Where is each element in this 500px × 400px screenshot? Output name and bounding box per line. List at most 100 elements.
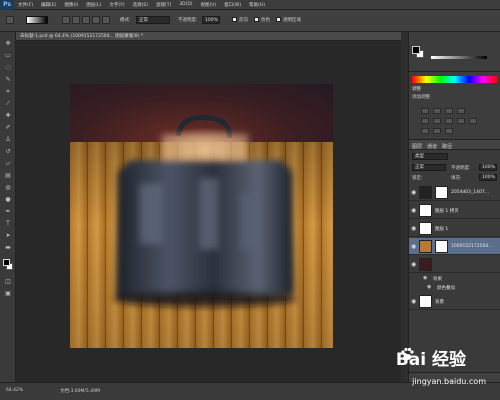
exposure-adjust-icon[interactable] xyxy=(457,108,465,114)
blur-tool-icon[interactable]: ◍ xyxy=(4,184,12,191)
dither-checkbox[interactable] xyxy=(254,17,259,22)
history-brush-icon[interactable]: ↺ xyxy=(4,148,12,155)
brush-tool-icon[interactable]: ✐ xyxy=(4,124,12,131)
visibility-eye-icon[interactable]: ◉ xyxy=(411,225,416,232)
layer-row-selected[interactable]: ◉ 1009152172504... xyxy=(409,238,500,255)
color-balance-adjust-icon[interactable] xyxy=(445,118,453,124)
lasso-tool-icon[interactable]: ◌ xyxy=(4,64,12,71)
healing-tool-icon[interactable]: ✚ xyxy=(4,112,12,119)
menu-window[interactable]: 窗口(W) xyxy=(224,2,241,8)
options-bar: 模式: 正常 不透明度: 100% 反向 仿色 透明区域 xyxy=(0,10,500,32)
color-spectrum[interactable] xyxy=(412,76,497,83)
photoshop-logo: Ps xyxy=(0,0,14,10)
layer-kind-filter[interactable]: 类型 xyxy=(412,153,448,160)
tool-preset-icon[interactable] xyxy=(6,16,14,24)
eyedropper-tool-icon[interactable]: ⁄ xyxy=(4,100,12,107)
mode-select[interactable]: 正常 xyxy=(136,16,170,24)
curves-adjust-icon[interactable] xyxy=(445,108,453,114)
radial-gradient-icon[interactable] xyxy=(72,16,80,24)
layer-row[interactable]: ◉ xyxy=(409,256,500,273)
menu-bar: Ps 文件(F) 编辑(E) 图像(I) 图层(L) 文字(Y) 选择(S) 滤… xyxy=(0,0,500,10)
menu-view[interactable]: 视图(V) xyxy=(201,2,217,8)
transparency-checkbox[interactable] xyxy=(276,17,281,22)
reverse-checkbox[interactable] xyxy=(232,17,237,22)
panel-foreground-swatch[interactable] xyxy=(412,46,420,54)
hue-adjust-icon[interactable] xyxy=(433,118,441,124)
color-slider[interactable] xyxy=(431,56,487,59)
menu-file[interactable]: 文件(F) xyxy=(18,2,33,8)
visibility-eye-icon[interactable]: ◉ xyxy=(411,261,416,268)
menu-help[interactable]: 帮助(H) xyxy=(249,2,265,8)
linear-gradient-icon[interactable] xyxy=(62,16,70,24)
foreground-color-swatch[interactable] xyxy=(3,259,10,266)
threshold-adjust-icon[interactable] xyxy=(445,128,453,134)
photo-filter-adjust-icon[interactable] xyxy=(469,118,477,124)
visibility-eye-icon[interactable]: ◉ xyxy=(411,298,416,305)
levels-adjust-icon[interactable] xyxy=(433,108,441,114)
opacity-label: 不透明度: xyxy=(178,18,198,23)
lock-label: 锁定: xyxy=(412,176,423,181)
posterize-adjust-icon[interactable] xyxy=(433,128,441,134)
layer-opacity-field[interactable]: 100% xyxy=(479,164,497,171)
quick-mask-icon[interactable]: ◫ xyxy=(4,278,12,285)
mode-label: 模式: xyxy=(120,18,131,23)
fill-label: 填充: xyxy=(451,176,462,181)
tab-channels[interactable]: 通道 xyxy=(427,143,437,150)
effects-row[interactable]: ◉ 效果 xyxy=(409,274,500,283)
angle-gradient-icon[interactable] xyxy=(82,16,90,24)
canvas-image[interactable] xyxy=(70,84,333,348)
menu-image[interactable]: 图像(I) xyxy=(64,2,78,8)
background-layer-row[interactable]: ◉ 背景 xyxy=(409,293,500,310)
menu-filter[interactable]: 滤镜(T) xyxy=(156,2,171,8)
layer-row[interactable]: ◉ 图层 1 xyxy=(409,220,500,237)
path-select-icon[interactable]: ➤ xyxy=(4,232,12,239)
crop-tool-icon[interactable]: ⌗ xyxy=(4,88,12,95)
toolbox: ✥ ▭ ◌ ✎ ⌗ ⁄ ✚ ✐ ♙ ↺ ▱ ▤ ◍ ● ✒ T ➤ ▬ ◫ ▣ xyxy=(0,32,16,382)
visibility-eye-icon[interactable]: ◉ xyxy=(411,189,416,196)
watermark-url: jingyan.baidu.com xyxy=(412,377,486,386)
quick-select-tool-icon[interactable]: ✎ xyxy=(4,76,12,83)
layer-mask-thumbnail[interactable] xyxy=(435,186,448,199)
type-tool-icon[interactable]: T xyxy=(4,220,12,227)
menu-items: 文件(F) 编辑(E) 图像(I) 图层(L) 文字(Y) 选择(S) 滤镜(T… xyxy=(18,2,273,8)
menu-layer[interactable]: 图层(L) xyxy=(86,2,101,8)
fill-field[interactable]: 100% xyxy=(479,174,497,181)
zoom-level[interactable]: 64.42% xyxy=(6,388,23,393)
screen-mode-icon[interactable]: ▣ xyxy=(4,290,12,297)
gradient-tool-icon[interactable]: ▤ xyxy=(4,172,12,179)
layer-opacity-label: 不透明度: xyxy=(451,166,471,171)
menu-edit[interactable]: 编辑(E) xyxy=(41,2,56,8)
opacity-field[interactable]: 100% xyxy=(202,16,220,24)
stamp-tool-icon[interactable]: ♙ xyxy=(4,136,12,143)
layer-name: 背景 xyxy=(435,300,444,305)
layer-row[interactable]: ◉ 图层 1 拷贝 xyxy=(409,202,500,219)
dodge-tool-icon[interactable]: ● xyxy=(4,196,12,203)
shape-tool-icon[interactable]: ▬ xyxy=(4,244,12,251)
bw-adjust-icon[interactable] xyxy=(457,118,465,124)
effects-eye-icon[interactable]: ◉ xyxy=(423,275,427,281)
effect-item-row[interactable]: ◉ 颜色叠加 xyxy=(409,283,500,292)
menu-3d[interactable]: 3D(D) xyxy=(179,2,192,8)
tab-paths[interactable]: 路径 xyxy=(442,143,452,150)
layer-row[interactable]: ◉ 2054d03_1407... xyxy=(409,184,500,201)
vibrance-adjust-icon[interactable] xyxy=(421,118,429,124)
document-tab[interactable]: 未标题-1.psd @ 64.4% (1009152172504... 图层蒙版… xyxy=(16,32,401,41)
menu-type[interactable]: 文字(Y) xyxy=(109,2,124,8)
eraser-tool-icon[interactable]: ▱ xyxy=(4,160,12,167)
diamond-gradient-icon[interactable] xyxy=(102,16,110,24)
visibility-eye-icon[interactable]: ◉ xyxy=(411,207,416,214)
reflected-gradient-icon[interactable] xyxy=(92,16,100,24)
brightness-adjust-icon[interactable] xyxy=(421,108,429,114)
gradient-picker[interactable] xyxy=(26,16,48,24)
layer-mask-thumbnail[interactable] xyxy=(435,240,448,253)
effect-eye-icon[interactable]: ◉ xyxy=(427,284,431,290)
marquee-tool-icon[interactable]: ▭ xyxy=(4,52,12,59)
visibility-eye-icon[interactable]: ◉ xyxy=(411,243,416,250)
tab-layers[interactable]: 图层 xyxy=(412,143,422,150)
menu-select[interactable]: 选择(S) xyxy=(133,2,148,8)
move-tool-icon[interactable]: ✥ xyxy=(4,40,12,47)
invert-adjust-icon[interactable] xyxy=(421,128,429,134)
pen-tool-icon[interactable]: ✒ xyxy=(4,208,12,215)
layer-name: 图层 1 xyxy=(435,227,449,232)
blend-mode-select[interactable]: 正常 xyxy=(412,164,446,171)
